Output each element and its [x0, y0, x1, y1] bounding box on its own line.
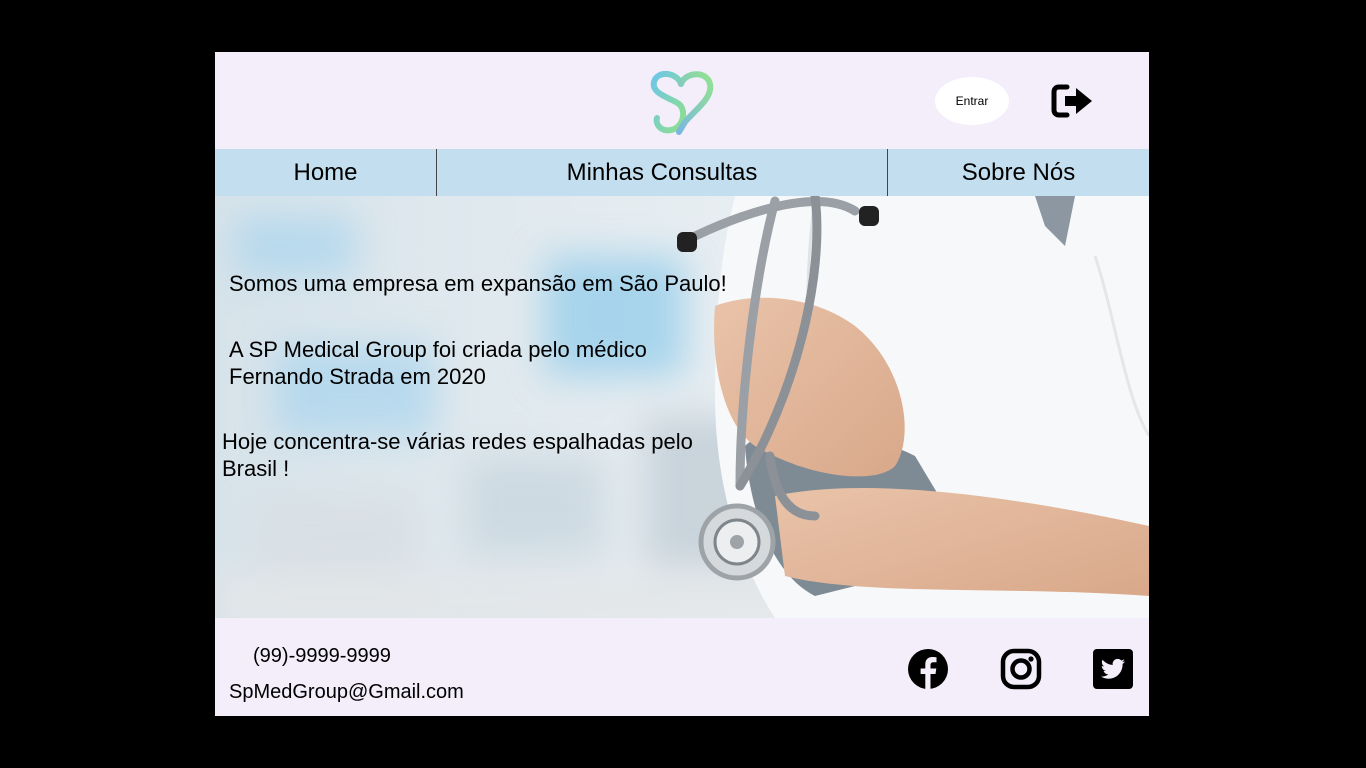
contact-phone: (99)-9999-9999 [253, 645, 391, 667]
nav-item-home[interactable]: Home [215, 149, 437, 196]
contact-email[interactable]: SpMedGroup@Gmail.com [229, 681, 464, 704]
nav-item-minhas-consultas[interactable]: Minhas Consultas [437, 149, 888, 196]
header: Entrar [215, 52, 1149, 149]
instagram-icon[interactable] [1000, 648, 1042, 690]
sp-heart-logo-icon[interactable] [649, 66, 715, 136]
facebook-icon[interactable] [907, 648, 949, 690]
doctor-with-stethoscope-photo [215, 196, 1149, 618]
page-frame: Entrar Home Minhas Consultas Sobre Nós S… [215, 52, 1149, 716]
sign-out-icon[interactable] [1051, 83, 1095, 119]
hero-headline: Somos uma empresa em expansão em São Pau… [229, 271, 727, 296]
footer: (99)-9999-9999 SpMedGroup@Gmail.com [215, 618, 1149, 716]
nav-item-sobre-nos[interactable]: Sobre Nós [888, 149, 1149, 196]
twitter-icon[interactable] [1092, 648, 1134, 690]
main-nav: Home Minhas Consultas Sobre Nós [215, 149, 1149, 196]
hero-network: Hoje concentra-se várias redes espalhada… [222, 429, 693, 481]
hero-history: A SP Medical Group foi criada pelo médic… [229, 337, 647, 389]
hero-section: Somos uma empresa em expansão em São Pau… [215, 196, 1149, 618]
login-button[interactable]: Entrar [935, 77, 1009, 125]
